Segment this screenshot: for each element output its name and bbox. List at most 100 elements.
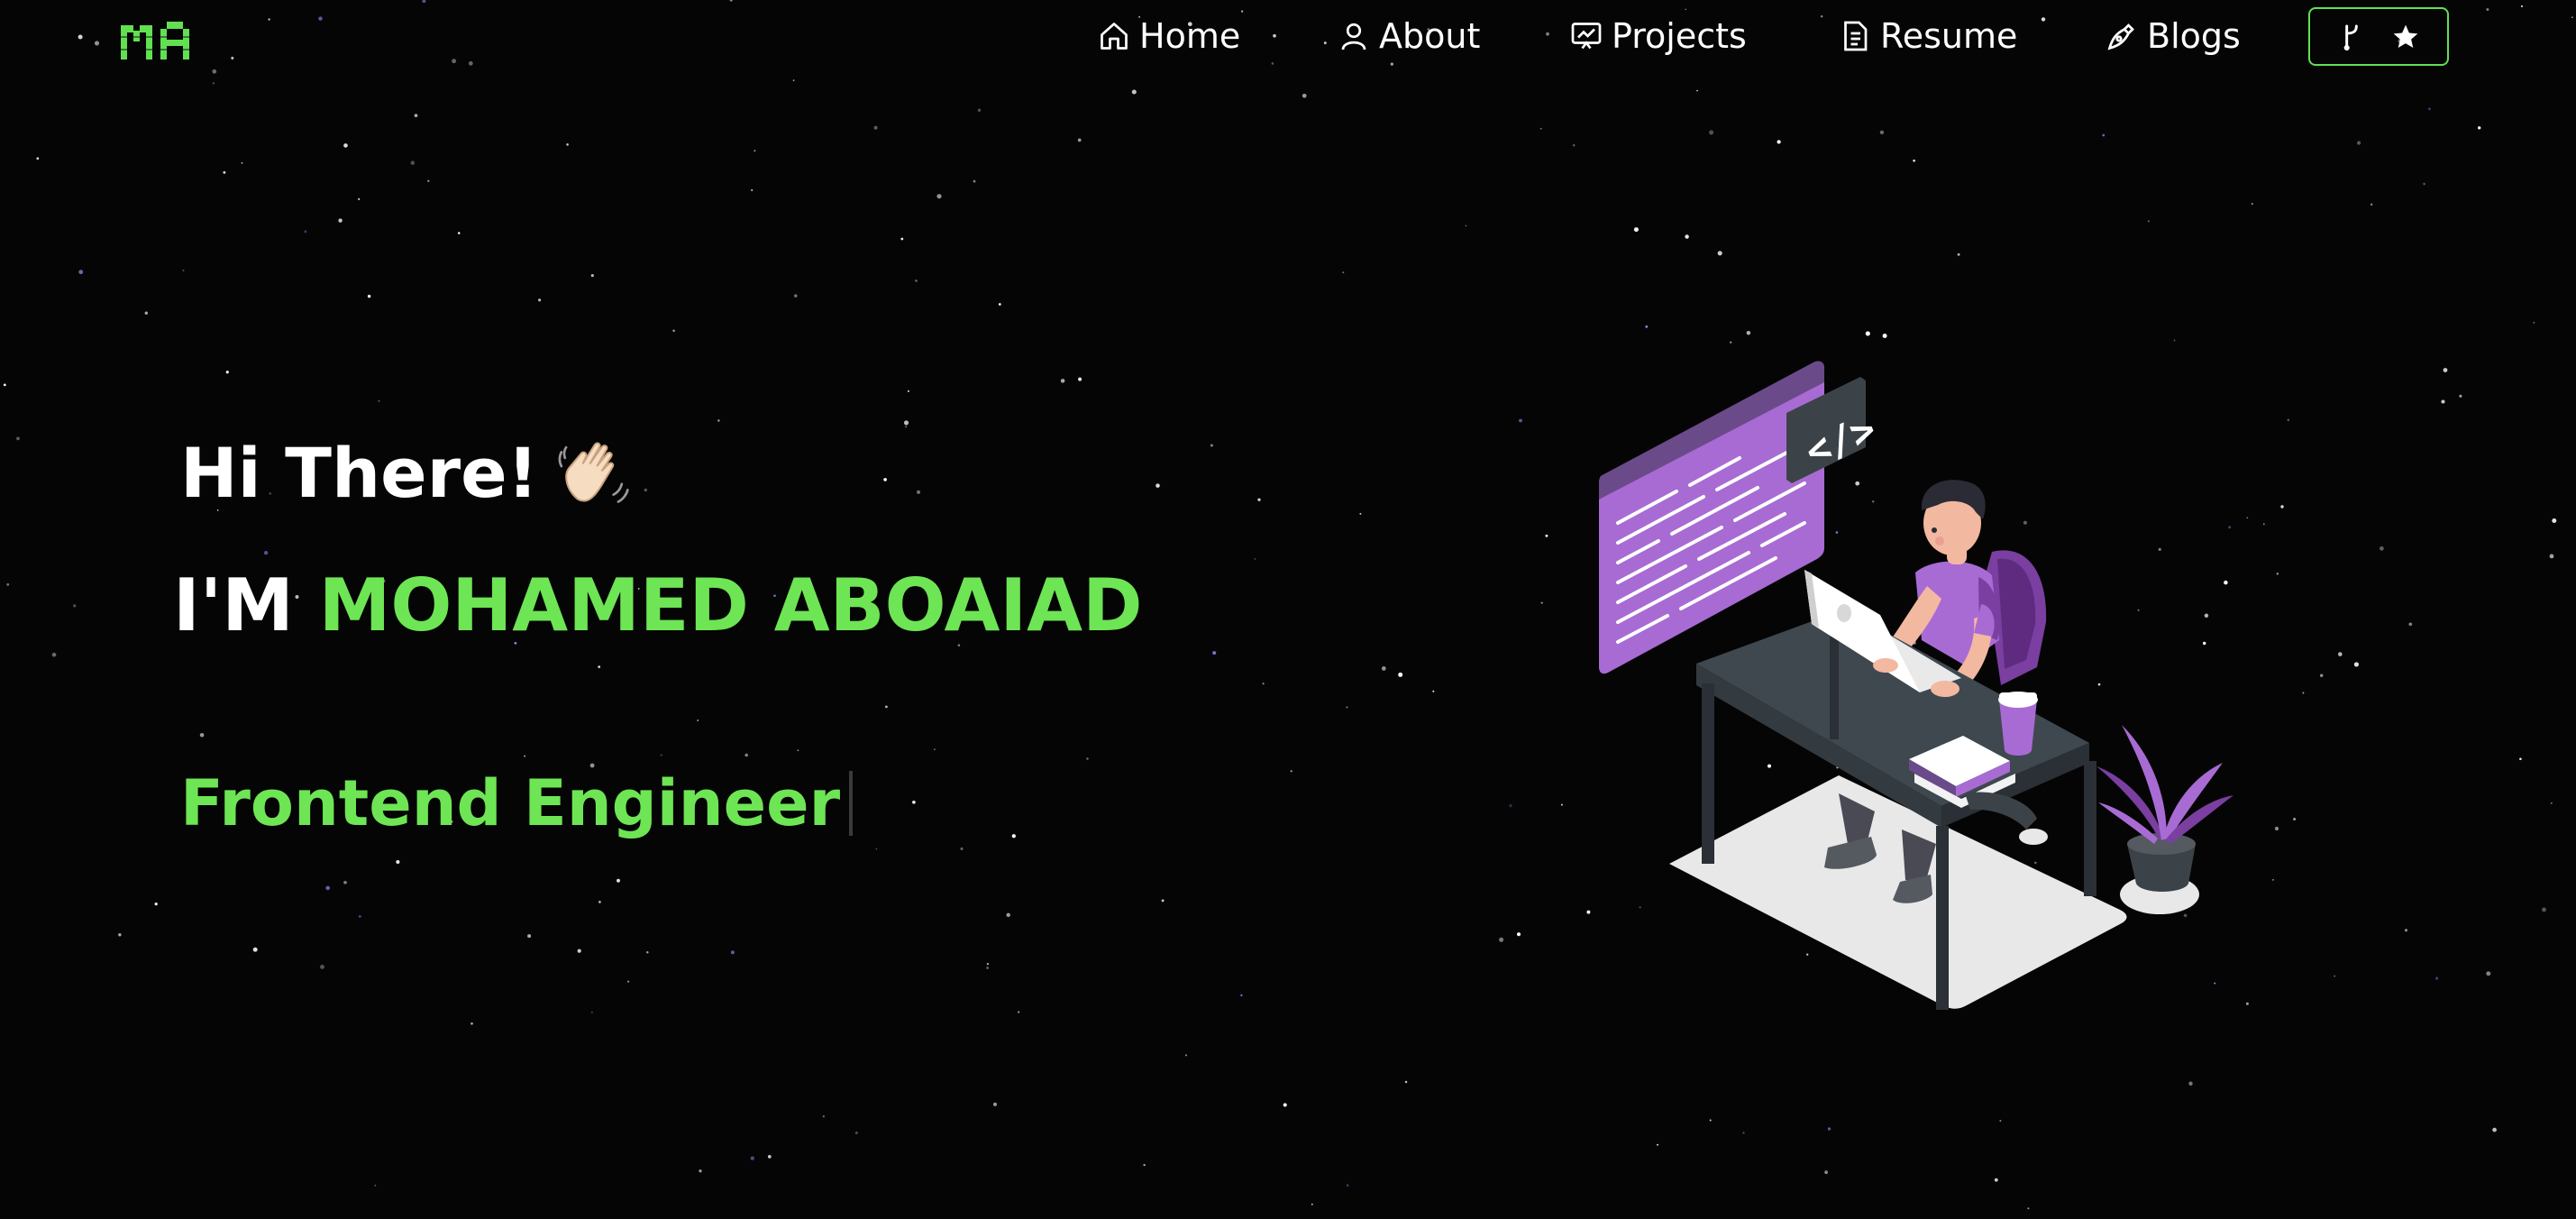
star-dot — [1143, 1163, 1146, 1167]
nav-projects[interactable]: Projects — [1570, 13, 1747, 60]
star-dot — [1540, 601, 1543, 604]
star-dot — [905, 426, 908, 428]
star-dot — [2334, 975, 2336, 977]
star-dot — [527, 934, 532, 939]
star-dot — [883, 478, 887, 481]
star-dot — [2549, 554, 2554, 559]
pen-nib-icon — [2107, 23, 2134, 50]
star-dot — [2370, 203, 2373, 206]
star-dot — [1210, 444, 1213, 447]
star-dot — [875, 848, 878, 850]
star-dot — [617, 878, 620, 883]
star-dot — [1777, 140, 1781, 144]
greeting-heading: Hi There! — [180, 433, 630, 513]
nav-resume-label: Resume — [1880, 16, 2018, 56]
star-dot — [2404, 929, 2408, 932]
star-dot — [118, 933, 122, 937]
role-typewriter: Frontend Engineer — [180, 766, 854, 840]
star-dot — [960, 847, 964, 850]
star-dot — [907, 390, 909, 392]
star-dot — [470, 1022, 473, 1025]
star-dot — [2492, 1127, 2497, 1132]
star-dot — [338, 218, 343, 223]
star-dot — [1078, 377, 1082, 381]
star-dot — [422, 0, 426, 4]
star-dot — [1011, 834, 1016, 839]
star-dot — [320, 964, 324, 969]
star-dot — [73, 604, 77, 608]
star-dot — [1257, 498, 1261, 501]
user-icon — [1341, 23, 1366, 50]
star-dot — [854, 1132, 858, 1134]
star-dot — [78, 270, 84, 275]
nav-resume[interactable]: Resume — [1839, 13, 2017, 60]
star-dot — [933, 748, 936, 751]
star-dot — [1499, 937, 1504, 942]
star-dot — [900, 237, 904, 241]
star-dot — [2486, 971, 2491, 976]
nav-blogs[interactable]: Blogs — [2106, 13, 2241, 60]
star-dot — [1709, 1119, 1712, 1122]
developer-at-desk-illustration: </> — [1599, 361, 2233, 1010]
star-dot — [767, 1155, 772, 1159]
star-dot — [2246, 517, 2249, 519]
nav-home[interactable]: Home — [1098, 13, 1240, 60]
star-dot — [1994, 1178, 1998, 1182]
star-dot — [3, 383, 6, 387]
star-dot — [717, 419, 720, 422]
logo-icon[interactable] — [117, 18, 198, 63]
star-dot — [304, 230, 307, 234]
star-icon — [2393, 24, 2418, 48]
star-dot — [358, 197, 361, 200]
star-dot — [1685, 234, 1689, 239]
star-dot — [343, 880, 347, 884]
star-dot — [457, 232, 461, 234]
star-dot — [427, 179, 430, 182]
star-dot — [986, 967, 989, 969]
star-dot — [2486, 7, 2489, 12]
nav-projects-label: Projects — [1612, 16, 1747, 56]
github-star-button[interactable] — [2308, 7, 2449, 66]
nav-about[interactable]: About — [1338, 13, 1480, 60]
star-dot — [2173, 339, 2176, 342]
star-dot — [917, 490, 920, 494]
star-dot — [1346, 1184, 1349, 1187]
star-dot — [794, 294, 798, 298]
star-dot — [912, 800, 916, 804]
star-dot — [977, 108, 982, 113]
star-dot — [144, 311, 148, 315]
nav-about-label: About — [1379, 16, 1481, 56]
star-dot — [2380, 545, 2384, 551]
star-dot — [936, 194, 942, 199]
star-dot — [154, 902, 158, 906]
star-dot — [524, 755, 526, 757]
full-name: MOHAMED ABOAIAD — [318, 564, 1143, 647]
star-dot — [182, 269, 185, 271]
star-dot — [2276, 573, 2279, 575]
star-dot — [2245, 1002, 2249, 1005]
star-dot — [730, 950, 735, 955]
star-dot — [6, 582, 10, 586]
star-dot — [16, 436, 20, 441]
star-dot — [750, 1156, 754, 1160]
star-dot — [2287, 418, 2290, 421]
star-dot — [1545, 534, 1548, 537]
star-dot — [627, 980, 630, 983]
star-dot — [1633, 227, 1639, 233]
star-dot — [2542, 907, 2546, 912]
star-dot — [318, 16, 323, 21]
star-dot — [577, 949, 581, 953]
star-dot — [2274, 826, 2279, 831]
star-dot — [1290, 770, 1293, 773]
star-dot — [1311, 1203, 1313, 1205]
star-dot — [2041, 17, 2046, 22]
star-dot — [2552, 518, 2557, 524]
star-dot — [729, 0, 733, 2]
star-dot — [1017, 1011, 1020, 1013]
star-dot — [1865, 331, 1870, 336]
star-dot — [566, 143, 569, 146]
greeting-text: Hi There! — [180, 433, 539, 513]
star-dot — [915, 280, 918, 282]
star-dot — [903, 420, 909, 426]
star-dot — [2441, 399, 2445, 404]
